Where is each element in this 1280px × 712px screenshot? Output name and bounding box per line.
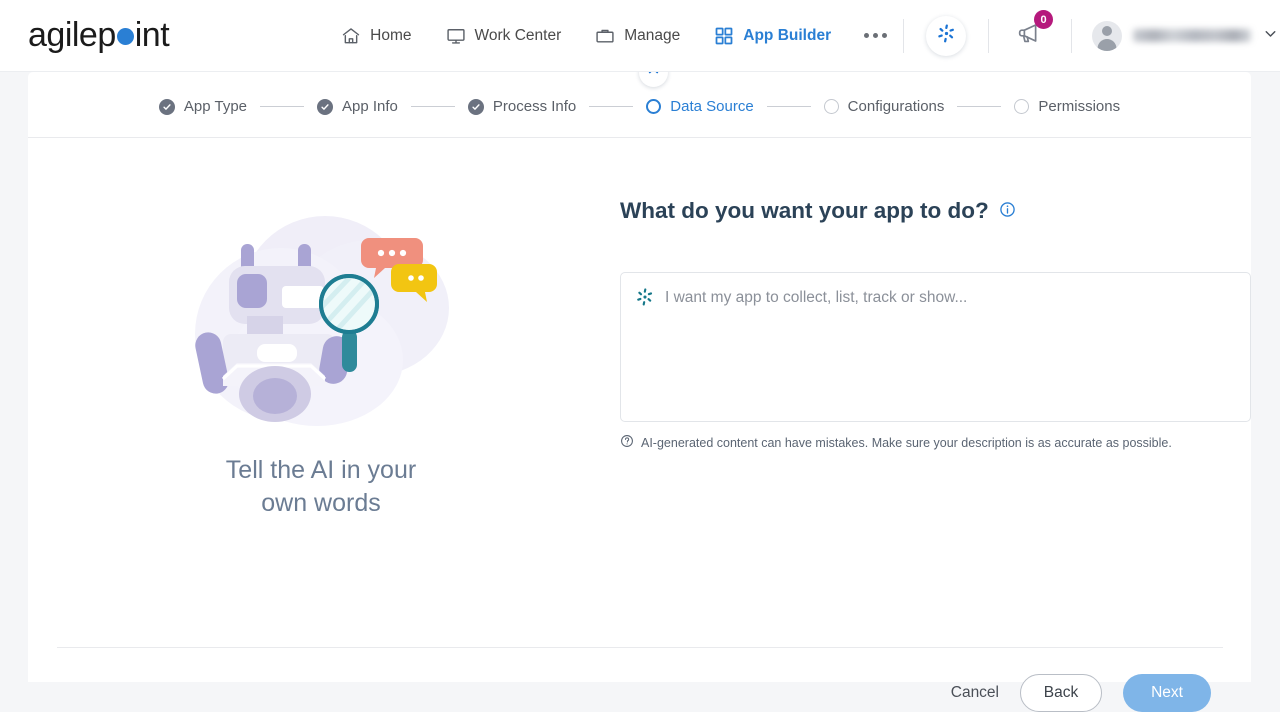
nav-item-home-label: Home bbox=[370, 26, 412, 44]
logo-text-left: agilep bbox=[28, 16, 116, 54]
footer-divider bbox=[57, 647, 1223, 648]
nav-item-work-center[interactable]: Work Center bbox=[429, 0, 579, 72]
check-circle-icon bbox=[158, 98, 175, 115]
header-divider bbox=[903, 18, 905, 53]
more-dot bbox=[873, 33, 879, 38]
stepper-item-app-type-label: App Type bbox=[183, 98, 248, 115]
more-dot bbox=[882, 33, 888, 38]
chevron-down-icon bbox=[1262, 25, 1279, 47]
ai-disclaimer: AI-generated content can have mistakes. … bbox=[620, 434, 1251, 451]
footer-buttons: Cancel Back Next bbox=[951, 674, 1211, 712]
stepper-connector bbox=[957, 105, 1002, 108]
app-description-input[interactable]: I want my app to collect, list, track or… bbox=[620, 272, 1251, 422]
page-title-label: What do you want your app to do? bbox=[620, 198, 989, 223]
nav-item-app-builder-label: App Builder bbox=[743, 26, 832, 44]
illustration-pane: Tell the AI in your own words bbox=[28, 138, 614, 647]
grid-icon bbox=[714, 26, 734, 46]
wizard-stepper: App Type App Info Process Info Data Sour… bbox=[28, 58, 1251, 138]
agilepoint-ai-pinwheel-icon bbox=[635, 287, 655, 407]
more-dot bbox=[864, 33, 870, 38]
logo-dot-icon bbox=[116, 28, 134, 45]
stepper-item-configurations[interactable]: Configurations bbox=[823, 98, 945, 115]
header-right-actions: 0 bbox=[903, 0, 1280, 72]
agilepoint-logo[interactable]: agilep int bbox=[28, 16, 170, 55]
notification-badge: 0 bbox=[1034, 10, 1054, 29]
ai-disclaimer-text: AI-generated content can have mistakes. … bbox=[641, 435, 1172, 450]
illustration-title-line2: own words bbox=[261, 489, 381, 517]
main-nav: Home Work Center Manage App Builder bbox=[324, 0, 903, 72]
back-button[interactable]: Back bbox=[1020, 674, 1102, 712]
nav-item-work-center-label: Work Center bbox=[474, 26, 562, 44]
megaphone-icon bbox=[1015, 24, 1045, 52]
home-icon bbox=[341, 26, 361, 46]
header-divider bbox=[1071, 18, 1073, 53]
stepper-item-process-info-label: Process Info bbox=[492, 98, 577, 115]
cancel-button[interactable]: Cancel bbox=[951, 684, 999, 702]
top-navigation-bar: agilep int Home Work Center Manage App B… bbox=[0, 0, 1280, 72]
stepper-connector bbox=[410, 105, 455, 108]
notifications-button[interactable]: 0 bbox=[1015, 10, 1054, 53]
ai-robot-illustration bbox=[185, 182, 457, 434]
info-circle-icon[interactable] bbox=[999, 198, 1016, 224]
nav-item-app-builder[interactable]: App Builder bbox=[697, 0, 848, 72]
avatar bbox=[1092, 20, 1123, 51]
current-step-circle-icon bbox=[646, 99, 662, 114]
stepper-connector bbox=[260, 105, 305, 108]
illustration-title-line1: Tell the AI in your bbox=[225, 456, 417, 484]
pending-step-circle-icon bbox=[1014, 99, 1030, 114]
illustration-title: Tell the AI in your own words bbox=[226, 454, 416, 520]
stepper-item-app-info[interactable]: App Info bbox=[317, 98, 398, 115]
agilepoint-ai-pinwheel-icon bbox=[936, 23, 957, 49]
next-button[interactable]: Next bbox=[1123, 674, 1211, 712]
stepper-connector bbox=[766, 105, 811, 108]
stepper-item-app-info-label: App Info bbox=[342, 98, 398, 115]
briefcase-icon bbox=[595, 26, 615, 46]
monitor-icon bbox=[446, 26, 466, 46]
stepper-item-permissions[interactable]: Permissions bbox=[1014, 98, 1120, 115]
pending-step-circle-icon bbox=[823, 99, 839, 114]
page-title: What do you want your app to do? bbox=[620, 198, 1251, 224]
wizard-body: Tell the AI in your own words What do yo… bbox=[28, 138, 1251, 647]
stepper-connector bbox=[589, 105, 634, 108]
stepper-item-data-source-label: Data Source bbox=[670, 98, 754, 115]
logo-text-right: int bbox=[134, 16, 170, 54]
stepper-item-app-type[interactable]: App Type bbox=[158, 98, 248, 115]
check-circle-icon bbox=[467, 98, 484, 115]
nav-item-manage-label: Manage bbox=[624, 26, 681, 44]
stepper-items: App Type App Info Process Info Data Sour… bbox=[158, 98, 1120, 115]
app-builder-wizard-card: App Type App Info Process Info Data Sour… bbox=[28, 58, 1251, 712]
app-description-placeholder: I want my app to collect, list, track or… bbox=[665, 289, 968, 306]
stepper-item-data-source[interactable]: Data Source bbox=[646, 98, 754, 115]
user-name-label bbox=[1133, 29, 1252, 42]
stepper-item-permissions-label: Permissions bbox=[1038, 98, 1121, 115]
stepper-item-process-info[interactable]: Process Info bbox=[467, 98, 577, 115]
check-circle-icon bbox=[317, 98, 334, 115]
header-divider bbox=[988, 18, 990, 53]
stepper-item-configurations-label: Configurations bbox=[847, 98, 945, 115]
question-circle-icon bbox=[620, 434, 634, 451]
ai-assistant-button[interactable] bbox=[926, 15, 967, 56]
user-menu[interactable] bbox=[1092, 20, 1279, 51]
more-menu-icon[interactable] bbox=[848, 0, 903, 72]
prompt-pane: What do you want your app to do? I want … bbox=[614, 138, 1251, 647]
nav-item-home[interactable]: Home bbox=[324, 0, 428, 72]
nav-item-manage[interactable]: Manage bbox=[578, 0, 697, 72]
